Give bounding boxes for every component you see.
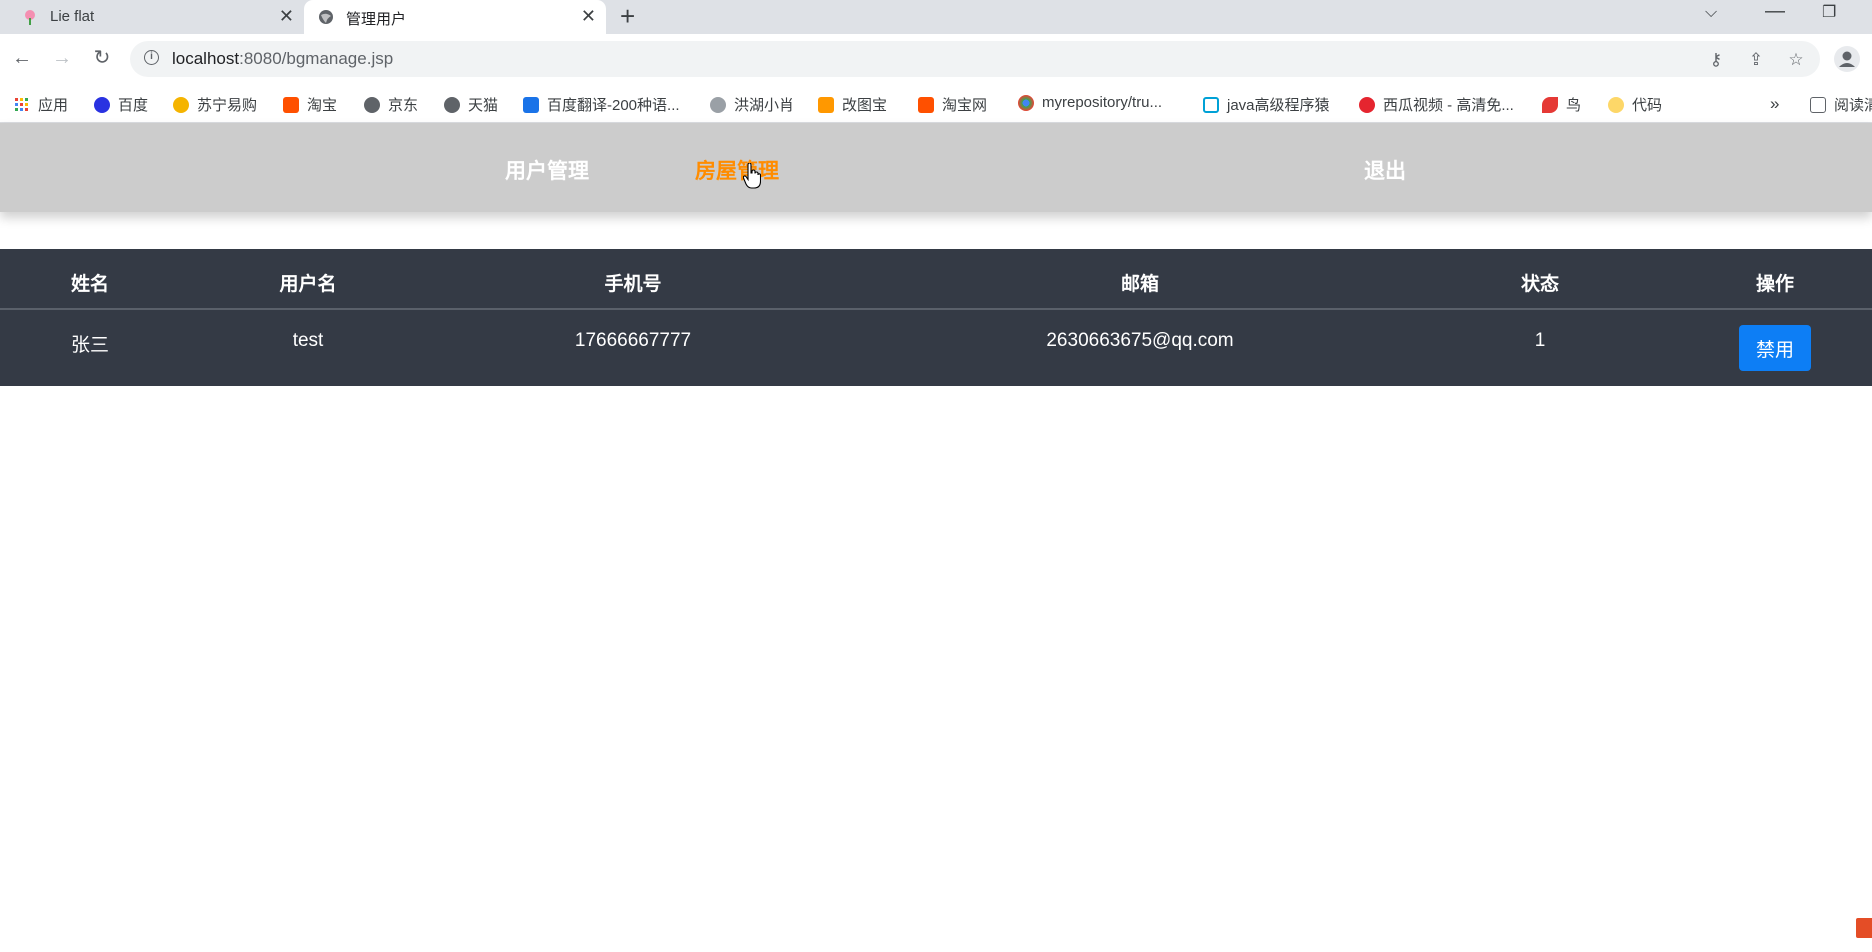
close-tab-icon[interactable]: ✕ xyxy=(279,6,294,27)
globe-icon xyxy=(444,96,460,113)
address-url[interactable]: localhost:8080/bgmanage.jsp xyxy=(172,49,393,69)
chrome-icon xyxy=(1018,94,1034,111)
cell-name: 张三 xyxy=(70,335,110,356)
header-status: 状态 xyxy=(1520,274,1560,295)
bookmark-gaitubao[interactable]: 改图宝 xyxy=(818,94,887,115)
globe-favicon-icon xyxy=(319,10,333,24)
share-icon[interactable]: ⇪ xyxy=(1746,50,1766,70)
site-info-icon[interactable]: i xyxy=(144,50,159,65)
header-phone: 手机号 xyxy=(604,274,662,295)
browser-tab-strip: Lie flat ✕ 管理用户 ✕ + ⌵ — ❐ xyxy=(0,0,1872,34)
reading-list[interactable]: 阅读清 xyxy=(1810,94,1872,115)
users-table: 姓名 用户名 手机号 邮箱 状态 操作 张三 test 17666667777 … xyxy=(0,249,1872,386)
bookmark-baidu[interactable]: 百度 xyxy=(94,94,148,115)
bilibili-icon xyxy=(1203,96,1219,113)
reading-list-icon xyxy=(1810,96,1826,113)
tab-title: Lie flat xyxy=(50,8,95,25)
bookmark-apps[interactable]: 应用 xyxy=(14,94,68,115)
taobao-icon xyxy=(918,96,934,113)
table-header-row: 姓名 用户名 手机号 邮箱 状态 操作 xyxy=(0,249,1872,310)
bird-icon xyxy=(710,96,726,113)
nav-user-management[interactable]: 用户管理 xyxy=(505,155,589,185)
key-icon[interactable]: ⚷ xyxy=(1706,50,1726,70)
baidu-icon xyxy=(94,96,110,113)
bookmark-taobao[interactable]: 淘宝 xyxy=(283,94,337,115)
header-username: 用户名 xyxy=(279,274,337,295)
xigua-icon xyxy=(1359,96,1375,113)
bookmarks-bar: 应用 百度 苏宁易购 淘宝 京东 天猫 百度翻译-200种语... 洪湖小肖 改… xyxy=(0,86,1872,123)
bookmark-baidu-translate[interactable]: 百度翻译-200种语... xyxy=(523,94,680,115)
cell-username: test xyxy=(292,330,324,351)
globe-icon xyxy=(364,96,380,113)
code-icon xyxy=(1608,96,1624,113)
bookmark-star-icon[interactable]: ☆ xyxy=(1786,50,1806,70)
address-bar[interactable]: i localhost:8080/bgmanage.jsp ⚷ ⇪ ☆ xyxy=(130,41,1820,77)
bookmark-java[interactable]: java高级程序猿 xyxy=(1203,94,1330,115)
bookmark-jd[interactable]: 京东 xyxy=(364,94,418,115)
bookmark-myrepository[interactable]: myrepository/tru... xyxy=(1018,94,1162,111)
cell-status: 1 xyxy=(1534,330,1546,351)
tab-title: 管理用户 xyxy=(346,11,407,28)
minimize-window-icon[interactable]: — xyxy=(1765,0,1785,23)
tab-search-chevron-icon[interactable]: ⌵ xyxy=(1705,4,1717,22)
html5-badge-icon xyxy=(1856,918,1872,938)
disable-user-button[interactable]: 禁用 xyxy=(1739,325,1811,371)
gaitubao-icon xyxy=(818,96,834,113)
apps-grid-icon xyxy=(15,97,28,111)
flower-favicon-icon xyxy=(25,10,35,25)
tab-lie-flat[interactable]: Lie flat ✕ xyxy=(8,0,304,34)
bookmark-code[interactable]: 代码 xyxy=(1608,94,1662,115)
new-tab-plus-icon[interactable]: + xyxy=(620,2,635,30)
restore-window-icon[interactable]: ❐ xyxy=(1822,2,1836,22)
suning-icon xyxy=(173,96,189,113)
taobao-icon xyxy=(283,96,299,113)
close-tab-icon[interactable]: ✕ xyxy=(581,6,596,27)
app-nav-header: 用户管理 房屋管理 退出 xyxy=(0,123,1872,212)
tab-manage-users[interactable]: 管理用户 ✕ xyxy=(304,0,606,34)
bookmark-taobao-net[interactable]: 淘宝网 xyxy=(918,94,987,115)
nav-logout[interactable]: 退出 xyxy=(1364,155,1406,185)
translate-icon xyxy=(523,96,539,113)
header-name: 姓名 xyxy=(70,274,110,295)
nav-house-management[interactable]: 房屋管理 xyxy=(695,155,779,185)
forward-arrow-icon[interactable]: → xyxy=(50,46,74,70)
browser-toolbar: ← → ↻ i localhost:8080/bgmanage.jsp ⚷ ⇪ … xyxy=(0,34,1872,86)
bird-icon xyxy=(1542,96,1558,113)
bookmark-honghu[interactable]: 洪湖小肖 xyxy=(710,94,794,115)
bookmark-suning[interactable]: 苏宁易购 xyxy=(173,94,257,115)
header-email: 邮箱 xyxy=(1120,274,1160,295)
back-arrow-icon[interactable]: ← xyxy=(10,46,34,70)
more-bookmarks-icon[interactable]: » xyxy=(1770,94,1779,114)
reload-icon[interactable]: ↻ xyxy=(90,46,114,70)
bookmark-tmall[interactable]: 天猫 xyxy=(444,94,498,115)
profile-avatar-icon[interactable] xyxy=(1834,46,1860,72)
header-action: 操作 xyxy=(1755,274,1795,295)
cell-email: 2630663675@qq.com xyxy=(1046,330,1234,351)
bookmark-bird[interactable]: 鸟 xyxy=(1542,94,1581,115)
hand-pointer-cursor-icon xyxy=(743,163,761,189)
bookmark-xigua[interactable]: 西瓜视频 - 高清免... xyxy=(1359,94,1514,115)
cell-phone: 17666667777 xyxy=(574,330,692,351)
